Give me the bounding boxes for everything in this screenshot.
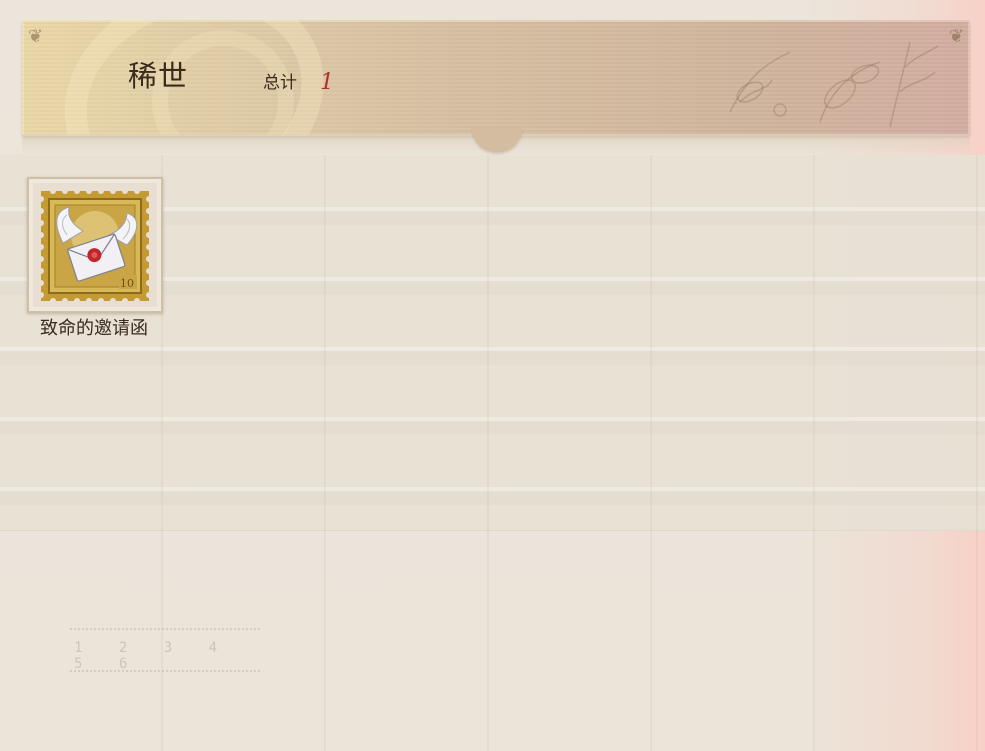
botanical-sketch-icon: [729, 41, 939, 128]
corner-flourish-icon: ❦: [28, 26, 44, 47]
item-name: 致命的邀请函: [40, 318, 148, 339]
corner-flourish-icon: ❦: [948, 26, 964, 47]
category-title: 稀世: [128, 59, 189, 93]
collection-item-card[interactable]: 10 致命的邀请函: [27, 177, 163, 347]
total-label: 总计: [263, 73, 297, 93]
faint-ruler: 1 2 3 4 5 6: [70, 628, 260, 672]
total-count: 1: [320, 70, 334, 95]
winged-letter-stamp-icon: 10: [33, 183, 157, 307]
ruler-digits: 1 2 3 4 5 6: [74, 640, 232, 672]
stamp-frame: 10: [27, 177, 163, 313]
stamp-denomination: 10: [120, 277, 134, 290]
